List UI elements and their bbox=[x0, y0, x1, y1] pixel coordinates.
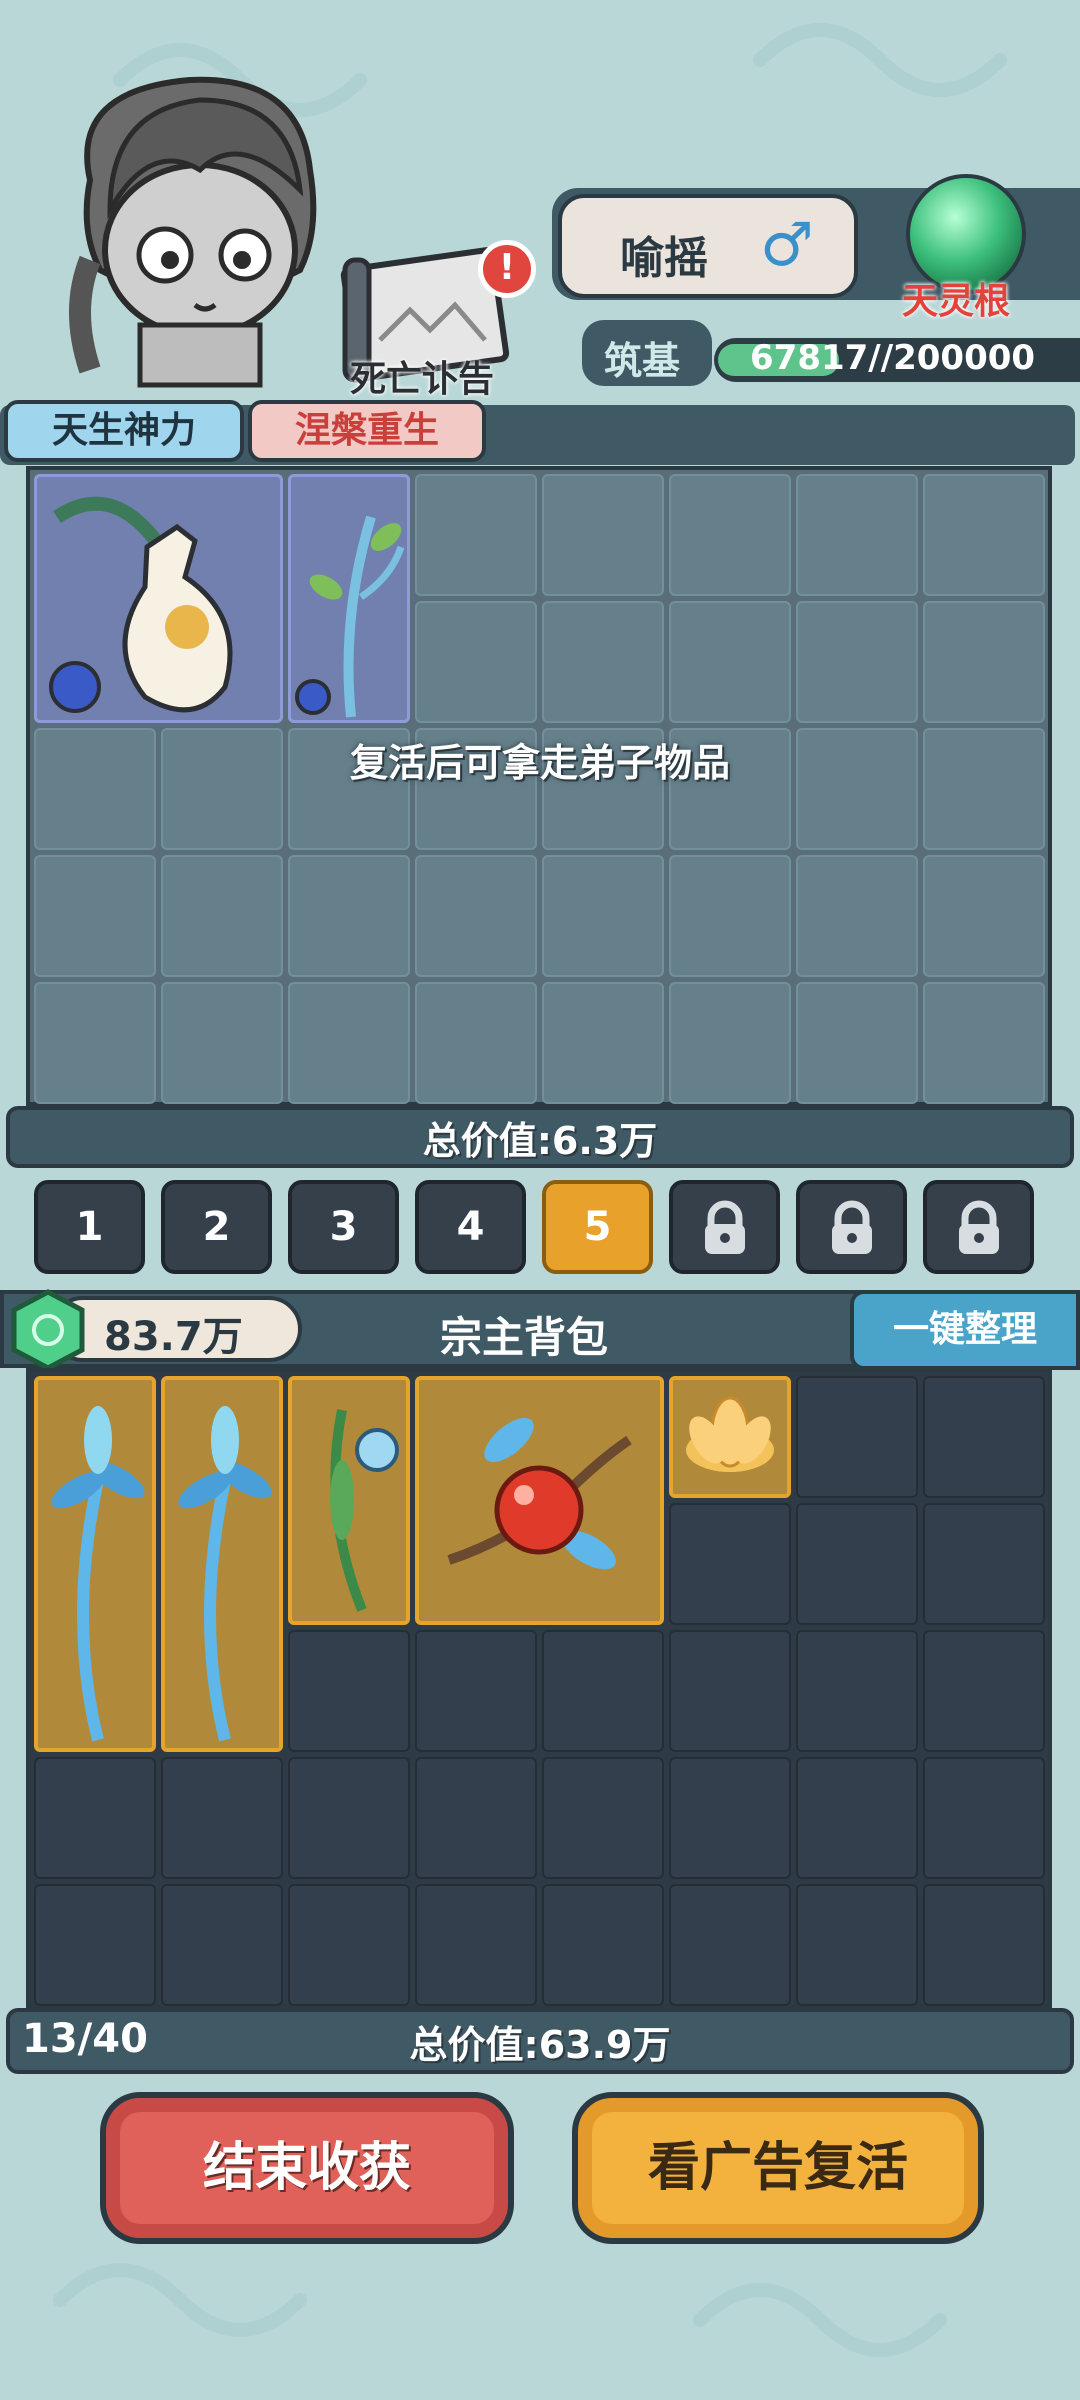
trait-tag-1[interactable]: 天生神力 bbox=[4, 400, 244, 462]
inventory-slot[interactable] bbox=[288, 982, 410, 1104]
inventory-slot[interactable] bbox=[669, 1503, 791, 1625]
inventory-slot[interactable] bbox=[669, 1630, 791, 1752]
golden-lotus-icon bbox=[686, 1396, 774, 1472]
inventory-slot[interactable] bbox=[923, 1884, 1045, 2006]
inventory-slot[interactable] bbox=[415, 855, 537, 977]
inventory-slot[interactable] bbox=[288, 1757, 410, 1879]
page-tab-locked-8[interactable] bbox=[923, 1180, 1034, 1274]
inventory-slot[interactable] bbox=[542, 855, 664, 977]
inventory-slot[interactable] bbox=[34, 1757, 156, 1879]
inventory-slot[interactable] bbox=[34, 1884, 156, 2006]
inventory-slot[interactable] bbox=[542, 1757, 664, 1879]
page-tab-4[interactable]: 4 bbox=[415, 1180, 526, 1274]
inventory-slot[interactable] bbox=[923, 601, 1045, 723]
male-gender-icon: ♂ bbox=[760, 210, 814, 280]
inventory-slot[interactable] bbox=[34, 855, 156, 977]
blue-spirit-flower-icon bbox=[51, 1406, 145, 1742]
inventory-slot[interactable] bbox=[923, 1630, 1045, 1752]
bag-page-tabs: 1 2 3 4 5 bbox=[34, 1180, 1034, 1274]
alert-badge-icon: ! bbox=[478, 240, 536, 298]
bellflower-herb-icon bbox=[330, 1409, 399, 1612]
lock-icon bbox=[704, 1200, 745, 1254]
inventory-slot[interactable] bbox=[796, 1376, 918, 1498]
disciple-total-value: 总价值:6.3万 bbox=[422, 1119, 658, 1163]
frost-branch-icon bbox=[295, 515, 405, 718]
bag-total-value: 总价值:63.9万 bbox=[409, 2023, 671, 2067]
disciple-portrait bbox=[69, 76, 317, 388]
inventory-slot[interactable] bbox=[796, 1630, 918, 1752]
sect-bag-title: 宗主背包 bbox=[440, 1313, 609, 1362]
inventory-slot[interactable] bbox=[415, 1884, 537, 2006]
bag-item-1[interactable] bbox=[34, 1376, 156, 1752]
inventory-slot[interactable] bbox=[923, 1376, 1045, 1498]
inventory-slot[interactable] bbox=[796, 1503, 918, 1625]
lock-icon bbox=[958, 1200, 999, 1254]
inventory-slot[interactable] bbox=[669, 601, 791, 723]
inventory-slot[interactable] bbox=[415, 982, 537, 1104]
inventory-slot[interactable] bbox=[34, 982, 156, 1104]
inventory-slot[interactable] bbox=[415, 1630, 537, 1752]
inventory-slot[interactable] bbox=[923, 855, 1045, 977]
inventory-slot[interactable] bbox=[542, 1630, 664, 1752]
page-tab-3[interactable]: 3 bbox=[288, 1180, 399, 1274]
inventory-slot[interactable] bbox=[542, 1884, 664, 2006]
page-tab-5[interactable]: 5 bbox=[542, 1180, 653, 1274]
inventory-slot[interactable] bbox=[669, 1884, 791, 2006]
inventory-slot[interactable] bbox=[288, 855, 410, 977]
inventory-slot[interactable] bbox=[923, 1757, 1045, 1879]
realm-label: 筑基 bbox=[604, 339, 681, 383]
blue-spirit-flower-icon bbox=[178, 1406, 272, 1742]
inventory-slot[interactable] bbox=[669, 1757, 791, 1879]
disciple-item-1[interactable] bbox=[34, 474, 283, 723]
inventory-slot[interactable] bbox=[923, 1503, 1045, 1625]
page-tab-locked-6[interactable] bbox=[669, 1180, 780, 1274]
page-tab-locked-7[interactable] bbox=[796, 1180, 907, 1274]
inventory-slot[interactable] bbox=[669, 982, 791, 1104]
revive-hint-text: 复活后可拿走弟子物品 bbox=[349, 741, 730, 785]
inventory-slot[interactable] bbox=[542, 601, 664, 723]
end-harvest-button[interactable]: 结束收获 bbox=[100, 2092, 514, 2244]
money-amount: 83.7万 bbox=[104, 1314, 243, 1360]
inventory-slot[interactable] bbox=[415, 474, 537, 596]
watch-ad-revive-button[interactable]: 看广告复活 bbox=[572, 2092, 984, 2244]
disciple-item-2[interactable] bbox=[288, 474, 410, 723]
inventory-slot[interactable] bbox=[161, 855, 283, 977]
spirit-root-label: 天灵根 bbox=[902, 281, 1011, 322]
lock-icon bbox=[831, 1200, 872, 1254]
inventory-slot[interactable] bbox=[669, 474, 791, 596]
inventory-slot[interactable] bbox=[669, 855, 791, 977]
inventory-slot[interactable] bbox=[161, 1757, 283, 1879]
trait-tag-2[interactable]: 涅槃重生 bbox=[248, 400, 486, 462]
bag-item-3[interactable] bbox=[288, 1376, 410, 1625]
exp-text: 67817//200000 bbox=[750, 338, 1036, 378]
bag-item-5[interactable] bbox=[669, 1376, 791, 1498]
inventory-slot[interactable] bbox=[796, 601, 918, 723]
inventory-slot[interactable] bbox=[796, 1884, 918, 2006]
inventory-slot[interactable] bbox=[796, 474, 918, 596]
inventory-slot[interactable] bbox=[923, 982, 1045, 1104]
inventory-slot[interactable] bbox=[796, 982, 918, 1104]
spirit-stone-icon bbox=[11, 1289, 85, 1371]
disciple-name: 喻摇 bbox=[620, 233, 708, 284]
death-notice-label: 死亡讣告 bbox=[350, 359, 495, 400]
bag-item-2[interactable] bbox=[161, 1376, 283, 1752]
inventory-slot[interactable] bbox=[161, 1884, 283, 2006]
red-spirit-fruit-icon bbox=[447, 1417, 632, 1570]
auto-sort-button[interactable]: 一键整理 bbox=[850, 1290, 1080, 1370]
bag-item-4[interactable] bbox=[415, 1376, 664, 1625]
inventory-slot[interactable] bbox=[161, 982, 283, 1104]
inventory-slot[interactable] bbox=[542, 982, 664, 1104]
inventory-slot[interactable] bbox=[542, 474, 664, 596]
inventory-slot[interactable] bbox=[288, 1884, 410, 2006]
page-tab-1[interactable]: 1 bbox=[34, 1180, 145, 1274]
page-tab-2[interactable]: 2 bbox=[161, 1180, 272, 1274]
inventory-slot[interactable] bbox=[415, 601, 537, 723]
inventory-slot[interactable] bbox=[923, 474, 1045, 596]
inventory-slot[interactable] bbox=[415, 1757, 537, 1879]
inventory-slot[interactable] bbox=[796, 1757, 918, 1879]
inventory-slot[interactable] bbox=[796, 855, 918, 977]
inventory-slot[interactable] bbox=[288, 1630, 410, 1752]
gourd-bottle-icon bbox=[49, 496, 233, 713]
